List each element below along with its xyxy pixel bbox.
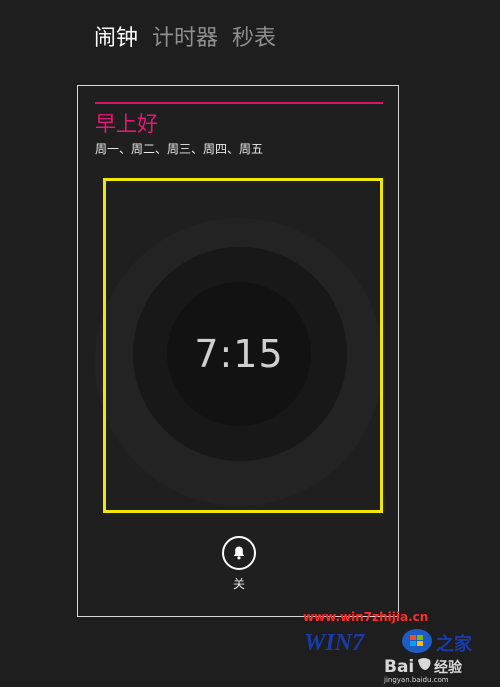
tab-timer[interactable]: 计时器	[152, 24, 218, 54]
alarm-repeat-days: 周一、周二、周三、周四、周五	[95, 142, 264, 156]
svg-text:之家: 之家	[436, 633, 473, 655]
accent-divider	[95, 102, 383, 104]
watermark-logo: WIN7 之家 Bai 经验 jingyan.baidu.com	[304, 629, 473, 684]
bell-icon	[233, 546, 245, 560]
svg-text:jingyan.baidu.com: jingyan.baidu.com	[383, 676, 449, 684]
tab-stopwatch[interactable]: 秒表	[232, 24, 276, 54]
svg-text:Bai: Bai	[384, 657, 414, 677]
watermark-site-url: www.win7zhijia.cn	[303, 610, 429, 624]
tab-bar: 闹钟 计时器 秒表	[94, 24, 276, 54]
alarm-toggle-button[interactable]	[222, 536, 256, 570]
alarm-card[interactable]: 早上好 周一、周二、周三、周四、周五 7:15 关	[77, 85, 399, 617]
alarm-toggle-label: 关	[232, 577, 245, 591]
svg-text:WIN7: WIN7	[304, 630, 365, 656]
alarm-name: 早上好	[95, 112, 158, 136]
tab-alarm[interactable]: 闹钟	[94, 24, 138, 54]
highlight-frame	[103, 178, 383, 513]
svg-text:经验: 经验	[434, 659, 463, 676]
